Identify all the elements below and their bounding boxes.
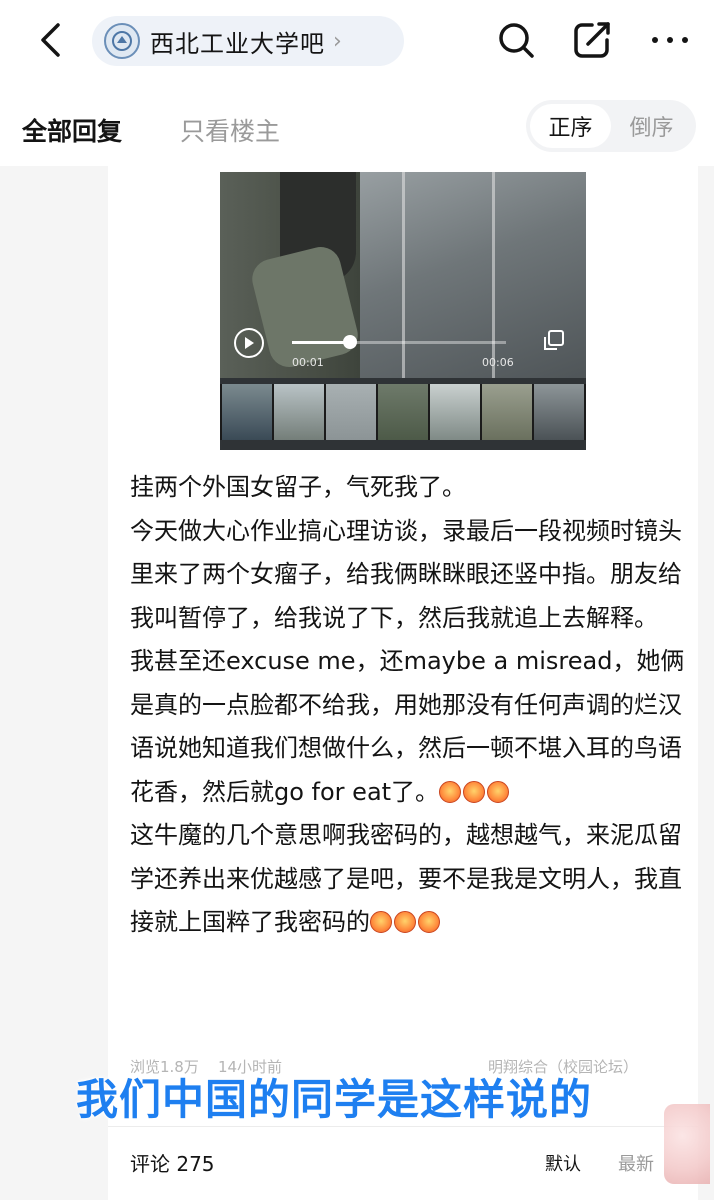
- video-thumbnail: [430, 384, 480, 440]
- top-bar: 西北工业大学吧 ›: [0, 0, 714, 88]
- video-duration: 00:06: [482, 356, 514, 369]
- pavement-line: [492, 172, 495, 378]
- emoji-angry-icon: [463, 780, 486, 803]
- share-icon: [574, 22, 610, 58]
- comments-sort-latest[interactable]: 最新: [618, 1150, 654, 1176]
- comments-sort-default[interactable]: 默认: [545, 1150, 581, 1176]
- video-thumbnail: [222, 384, 272, 440]
- more-button[interactable]: [648, 18, 692, 62]
- emoji-angry-icon: [487, 780, 510, 803]
- video-progress-fill: [292, 341, 350, 344]
- sort-asc-button[interactable]: 正序: [530, 104, 611, 148]
- video-progress-bar[interactable]: [292, 335, 506, 349]
- emoji-angry-icon: [370, 911, 392, 933]
- play-button[interactable]: [234, 328, 264, 358]
- comments-count-label: 评论 275: [130, 1152, 215, 1176]
- video-thumbnail: [378, 384, 428, 440]
- search-button[interactable]: [494, 18, 538, 62]
- post-paragraph: 今天做大心作业搞心理访谈，录最后一段视频时镜头里来了两个女瘤子，给我俩眯眯眼还竖…: [130, 516, 682, 632]
- video-thumbnail: [482, 384, 532, 440]
- sort-toggle: 正序 倒序: [526, 100, 696, 152]
- video-thumbnail: [326, 384, 376, 440]
- tab-op-only[interactable]: 只看楼主: [180, 112, 280, 148]
- play-icon: [245, 337, 254, 349]
- post-paragraph: 挂两个外国女留子，气死我了。: [130, 473, 466, 501]
- emoji-angry-icon: [439, 780, 462, 803]
- video-progress-knob[interactable]: [342, 335, 357, 349]
- video-player[interactable]: 00:01 00:06: [220, 172, 586, 450]
- back-arrow-icon: [41, 23, 60, 57]
- post-paragraph: 我甚至还excuse me，还maybe a misread，她俩是真的一点脸都…: [130, 640, 690, 814]
- overlay-caption: 我们中国的同学是这样说的: [76, 1075, 593, 1124]
- watermark-stamp: [664, 1104, 710, 1184]
- forum-logo-icon: [104, 23, 140, 59]
- tab-all-replies[interactable]: 全部回复: [22, 112, 122, 148]
- forum-name: 西北工业大学吧: [150, 29, 325, 58]
- emoji-angry-icon: [418, 911, 440, 933]
- video-thumbnail: [274, 384, 324, 440]
- share-button[interactable]: [570, 18, 614, 62]
- pavement-line: [402, 172, 405, 378]
- video-thumbnail: [534, 384, 584, 440]
- fullscreen-icon: [544, 330, 564, 350]
- sort-desc-button[interactable]: 倒序: [611, 104, 692, 148]
- fullscreen-button[interactable]: [538, 326, 568, 356]
- post-paragraph-text: 我甚至还excuse me，还maybe a misread，她俩是真的一点脸都…: [130, 647, 685, 806]
- forum-pill[interactable]: 西北工业大学吧 ›: [92, 16, 404, 66]
- chevron-right-icon: ›: [333, 28, 342, 54]
- post-paragraph: 这牛魔的几个意思啊我密码的，越想越气，来泥瓜留学还养出来优越感了是吧，要不是我是…: [130, 814, 690, 945]
- post-body: 挂两个外国女留子，气死我了。 今天做大心作业搞心理访谈，录最后一段视频时镜头里来…: [130, 466, 690, 945]
- filter-tabs-row: 全部回复 只看楼主 正序 倒序: [0, 88, 714, 166]
- search-icon: [499, 23, 534, 58]
- video-current-time: 00:01: [292, 356, 324, 369]
- video-thumbnail-strip: [220, 384, 586, 440]
- more-icon: [652, 37, 688, 43]
- back-button[interactable]: [30, 20, 70, 60]
- emoji-angry-icon: [394, 911, 416, 933]
